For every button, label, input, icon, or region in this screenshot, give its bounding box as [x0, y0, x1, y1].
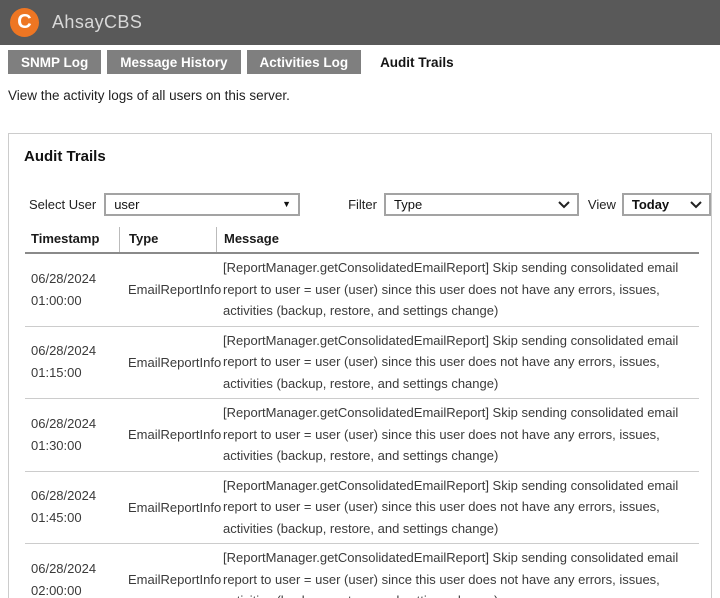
tab-snmp-log[interactable]: SNMP Log — [8, 50, 102, 74]
timestamp-time: 02:00:00 — [31, 582, 82, 598]
timestamp-date: 06/28/2024 — [31, 560, 97, 576]
tab-activities-log[interactable]: Activities Log — [246, 50, 362, 74]
timestamp-date: 06/28/2024 — [31, 343, 97, 359]
column-header-type: Type — [119, 227, 216, 252]
message-cell: [ReportManager.getConsolidatedEmailRepor… — [223, 332, 679, 391]
table-row: 06/28/2024 01:15:00 EmailReportInfo [Report… — [25, 327, 699, 399]
timestamp-cell: 06/28/2024 02:00:00 — [25, 558, 119, 598]
timestamp-time: 01:30:00 — [31, 437, 82, 453]
type-cell: EmailReportInfo — [128, 354, 222, 370]
message-cell: [ReportManager.getConsolidatedEmailRepor… — [223, 550, 679, 598]
audit-table-body: 06/28/2024 01:00:00 EmailReportInfo [Report… — [25, 254, 699, 598]
select-user-value: user — [114, 197, 140, 212]
view-dropdown[interactable]: Today — [621, 193, 711, 216]
table-row: 06/28/2024 01:00:00 EmailReportInfo [Report… — [25, 254, 699, 327]
message-cell: [ReportManager.getConsolidatedEmailRepor… — [223, 405, 679, 463]
chevron-down-icon — [690, 200, 702, 209]
tab-label: Audit Trails — [380, 54, 454, 70]
chevron-down-icon — [558, 200, 570, 209]
timestamp-cell: 06/28/2024 01:30:00 — [25, 413, 119, 457]
filter-value: Type — [393, 197, 423, 212]
type-cell: EmailReportInfo — [128, 282, 222, 298]
timestamp-cell: 06/28/2024 01:15:00 — [25, 340, 119, 384]
select-user-dropdown[interactable]: user ▼ — [104, 193, 301, 216]
column-header-timestamp: Timestamp — [31, 231, 100, 246]
brand-title: AhsayCBS — [52, 12, 143, 32]
tab-message-history[interactable]: Message History — [107, 50, 241, 74]
logo-letter: C — [17, 10, 32, 33]
timestamp-date: 06/28/2024 — [31, 415, 97, 431]
table-row: 06/28/2024 01:30:00 EmailReportInfo [Report… — [25, 399, 699, 472]
message-cell: [ReportManager.getConsolidatedEmailRepor… — [223, 477, 679, 536]
tab-label: Activities Log — [259, 54, 349, 70]
timestamp-time: 01:00:00 — [31, 292, 82, 308]
tab-audit-trails[interactable]: Audit Trails — [367, 50, 467, 74]
app-header: C AhsayCBS — [0, 0, 720, 45]
message-cell: [ReportManager.getConsolidatedEmailRepor… — [223, 260, 679, 318]
dropdown-triangle-icon: ▼ — [282, 199, 292, 209]
timestamp-date: 06/28/2024 — [31, 270, 97, 286]
view-value: Today — [631, 197, 670, 212]
type-cell: EmailReportInfo — [128, 572, 222, 588]
tab-bar: SNMP Log Message History Activities Log Aud… — [8, 50, 720, 74]
audit-trails-panel: Audit Trails Select User user ▼ Filter T… — [8, 133, 712, 598]
ahsay-logo-icon: C — [10, 8, 39, 37]
column-header-message: Message — [216, 227, 699, 252]
type-cell: EmailReportInfo — [128, 499, 222, 515]
table-row: 06/28/2024 02:00:00 EmailReportInfo [Report… — [25, 544, 699, 598]
view-label: View — [587, 197, 616, 212]
filter-controls: Select User user ▼ Filter Type View Toda… — [9, 193, 711, 216]
select-user-label: Select User — [29, 197, 97, 212]
tab-label: Message History — [120, 54, 228, 70]
filter-dropdown[interactable]: Type — [383, 193, 579, 216]
table-row: 06/28/2024 01:45:00 EmailReportInfo [Report… — [25, 472, 699, 544]
page-description: View the activity logs of all users on t… — [8, 88, 290, 103]
timestamp-cell: 06/28/2024 01:45:00 — [25, 485, 119, 529]
filter-label: Filter — [348, 197, 377, 212]
audit-log-table: Timestamp Type Message 06/28/2024 01:00:0… — [25, 227, 699, 598]
timestamp-cell: 06/28/2024 01:00:00 — [25, 268, 119, 312]
timestamp-date: 06/28/2024 — [31, 488, 97, 504]
tab-label: SNMP Log — [21, 54, 89, 70]
type-cell: EmailReportInfo — [128, 427, 222, 443]
timestamp-time: 01:45:00 — [31, 510, 82, 526]
timestamp-time: 01:15:00 — [31, 365, 82, 381]
panel-title: Audit Trails — [24, 148, 106, 165]
table-header-row: Timestamp Type Message — [25, 227, 699, 254]
